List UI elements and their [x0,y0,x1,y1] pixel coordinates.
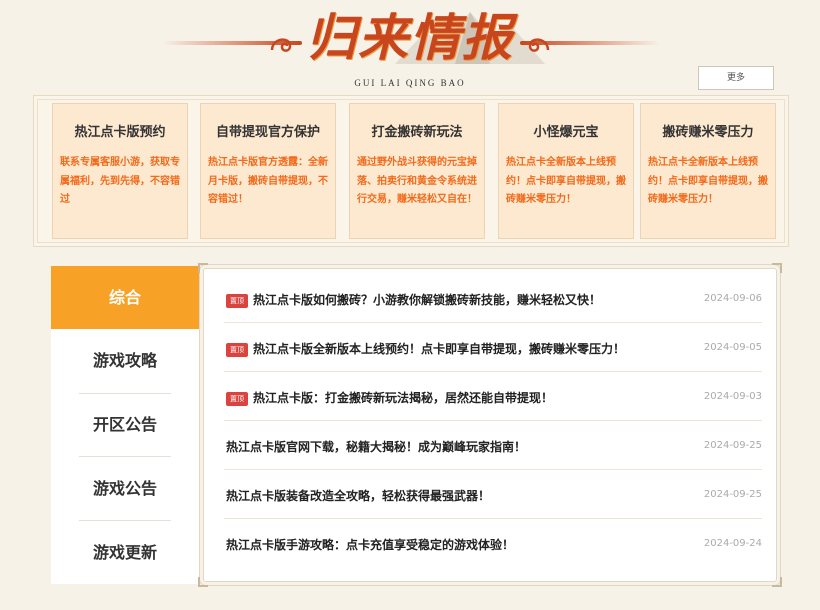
sidebar-item-guides[interactable]: 游戏攻略 [51,329,199,392]
card-title: 小怪爆元宝 [533,125,599,140]
news-date: 2024-09-25 [703,489,762,500]
feature-cards-panel: 热江点卡版预约 联系专属客服小游，获取专属福利，先到先得，不容错过 自带提现官方… [33,95,789,247]
news-date: 2024-09-24 [703,538,762,549]
feature-card[interactable]: 自带提现官方保护 热江点卡版官方透露：全新月卡版，搬砖自带提现，不容错过！ [200,103,336,239]
news-item[interactable]: 热江点卡版官网下载，秘籍大揭秘！成为巅峰玩家指南！ 2024-09-25 [224,421,762,470]
more-button[interactable]: 更多 [698,66,774,90]
feature-card[interactable]: 打金搬砖新玩法 通过野外战斗获得的元宝掉落、拍卖行和黄金令系统进行交易，赚米轻松… [349,103,485,239]
sidebar-item-server-notices[interactable]: 开区公告 [51,393,199,456]
news-date: 2024-09-06 [703,293,762,304]
feature-card[interactable]: 搬砖赚米零压力 热江点卡全新版本上线预约！点卡即享自带提现，搬砖赚米零压力！ [640,103,776,239]
card-description: 热江点卡版官方透露：全新月卡版，搬砖自带提现，不容错过！ [208,157,328,205]
news-list-panel: 置顶 热江点卡版如何搬砖？小游教你解锁搬砖新技能，赚米轻松又快！ 2024-09… [198,263,782,587]
card-description: 通过野外战斗获得的元宝掉落、拍卖行和黄金令系统进行交易，赚米轻松又自在！ [357,157,477,205]
news-item[interactable]: 置顶 热江点卡版全新版本上线预约！点卡即享自带提现，搬砖赚米零压力！ 2024-… [224,323,762,372]
card-title: 搬砖赚米零压力 [662,125,754,140]
news-item[interactable]: 置顶 热江点卡版如何搬砖？小游教你解锁搬砖新技能，赚米轻松又快！ 2024-09… [224,274,762,323]
category-sidebar: 综合 游戏攻略 开区公告 游戏公告 游戏更新 [51,266,199,584]
news-title[interactable]: 热江点卡版：打金搬砖新玩法揭秘，居然还能自带提现！ [253,389,553,406]
sidebar-item-overview[interactable]: 综合 [51,266,199,329]
page: 归来情报 GUI LAI QING BAO 更多 热江点卡版预约 联系专属客服小… [0,0,820,610]
pinned-badge: 置顶 [226,343,248,357]
card-title: 打金搬砖新玩法 [371,125,463,140]
frame-corner [772,263,782,273]
news-item[interactable]: 热江点卡版手游攻略：点卡充值享受稳定的游戏体验！ 2024-09-24 [224,519,762,568]
card-description: 联系专属客服小游，获取专属福利，先到先得，不容错过 [60,157,180,205]
news-item[interactable]: 热江点卡版装备改造全攻略，轻松获得最强武器！ 2024-09-25 [224,470,762,519]
news-title[interactable]: 热江点卡版手游攻略：点卡充值享受稳定的游戏体验！ [226,536,514,553]
card-title: 热江点卡版预约 [74,125,166,140]
news-title[interactable]: 热江点卡版全新版本上线预约！点卡即享自带提现，搬砖赚米零压力！ [253,340,625,357]
frame-corner [198,577,208,587]
feature-card[interactable]: 小怪爆元宝 热江点卡全新版本上线预约！点卡即享自带提现，搬砖赚米零压力！ [498,103,634,239]
pinned-badge: 置顶 [226,294,248,308]
pinned-badge: 置顶 [226,392,248,406]
news-date: 2024-09-25 [703,440,762,451]
news-date: 2024-09-05 [703,342,762,353]
sidebar-item-game-updates[interactable]: 游戏更新 [51,521,199,584]
news-title[interactable]: 热江点卡版如何搬砖？小游教你解锁搬砖新技能，赚米轻松又快！ [253,291,601,308]
news-item[interactable]: 置顶 热江点卡版：打金搬砖新玩法揭秘，居然还能自带提现！ 2024-09-03 [224,372,762,421]
card-description: 热江点卡全新版本上线预约！点卡即享自带提现，搬砖赚米零压力！ [506,157,626,205]
news-date: 2024-09-03 [703,391,762,402]
frame-corner [772,577,782,587]
section-title: 归来情报 [306,8,514,67]
feature-cards-row: 热江点卡版预约 联系专属客服小游，获取专属福利，先到先得，不容错过 自带提现官方… [52,103,776,239]
frame-corner [198,263,208,273]
news-title[interactable]: 热江点卡版装备改造全攻略，轻松获得最强武器！ [226,487,490,504]
news-title[interactable]: 热江点卡版官网下载，秘籍大揭秘！成为巅峰玩家指南！ [226,438,526,455]
section-subtitle: GUI LAI QING BAO [354,78,466,88]
card-title: 自带提现官方保护 [215,125,320,140]
card-description: 热江点卡全新版本上线预约！点卡即享自带提现，搬砖赚米零压力！ [648,157,768,205]
sidebar-item-game-notices[interactable]: 游戏公告 [51,457,199,520]
header: 归来情报 GUI LAI QING BAO 更多 [0,0,820,95]
feature-card[interactable]: 热江点卡版预约 联系专属客服小游，获取专属福利，先到先得，不容错过 [52,103,188,239]
